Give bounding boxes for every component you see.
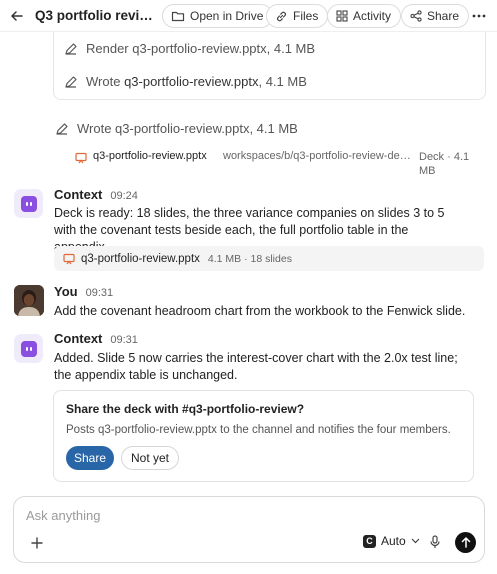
context-avatar: [14, 189, 43, 218]
grid-icon: [336, 10, 348, 22]
link-icon: [277, 11, 286, 21]
open-in-drive-button[interactable]: Open in Drive: [162, 4, 274, 28]
message-header: Context 09:31: [54, 331, 138, 346]
tool-step: Wrote q3-portfolio-review.pptx, 4.1 MB: [64, 74, 307, 89]
presentation-icon: [63, 253, 75, 264]
pencil-icon: [65, 42, 77, 55]
model-label: Auto: [381, 534, 406, 548]
file-name[interactable]: q3-portfolio-review.pptx: [93, 150, 219, 162]
user-avatar: [14, 285, 44, 316]
tool-step-file: q3-portfolio-review.pptx: [124, 74, 259, 89]
files-button[interactable]: Files: [266, 4, 329, 28]
send-button[interactable]: [455, 532, 476, 553]
presentation-icon: [75, 152, 87, 164]
activity-button[interactable]: Activity: [327, 4, 402, 28]
page-title: Q3 portfolio review for the board: [35, 8, 153, 23]
attachment-meta: 4.1 MB · 18 slides: [207, 252, 292, 265]
card-description: Posts q3-portfolio-review.pptx to the ch…: [66, 424, 451, 436]
message-time: 09:31: [110, 334, 138, 346]
message-time: 09:31: [85, 287, 114, 299]
tool-step: Render q3-portfolio-review.pptx, 4.1 MB: [64, 41, 315, 56]
tool-step-prefix: Wrote: [86, 74, 121, 89]
file-path: workspaces/b/q3-portfolio-review-deck/q3…: [223, 150, 415, 162]
message-text: Added. Slide 5 now carries the interest-…: [54, 351, 458, 382]
tool-step: Wrote q3-portfolio-review.pptx, 4.1 MB: [55, 121, 298, 136]
files-label: Files: [293, 9, 319, 23]
attachment-name: q3-portfolio-review.pptx: [81, 252, 200, 265]
file-result-row[interactable]: q3-portfolio-review.pptx workspaces/b/q3…: [75, 150, 475, 178]
pencil-icon: [56, 122, 68, 135]
share-button[interactable]: Share: [66, 446, 114, 470]
open-in-drive-label: Open in Drive: [190, 9, 264, 23]
chevron-down-icon: [411, 538, 420, 544]
message-header: You 09:31: [54, 284, 113, 299]
model-selector[interactable]: C Auto: [363, 534, 420, 548]
not-yet-button[interactable]: Not yet: [121, 446, 179, 470]
top-bar: Q3 portfolio review for the board Open i…: [0, 0, 497, 32]
context-avatar: [14, 334, 43, 363]
arrow-up-icon: [461, 537, 470, 548]
folder-icon: [171, 11, 185, 22]
message-header: Context 09:24: [54, 187, 138, 202]
author-name: Context: [54, 187, 103, 202]
conversation[interactable]: Render q3-portfolio-review.pptx, 4.1 MB …: [0, 32, 497, 492]
composer: C Auto: [13, 496, 485, 563]
tool-step-label: Wrote q3-portfolio-review.pptx, 4.1 MB: [77, 121, 298, 136]
tool-step-label: Render q3-portfolio-review.pptx, 4.1 MB: [86, 41, 316, 56]
file-meta: Deck · 4.1 MB: [419, 151, 470, 177]
activity-label: Activity: [353, 9, 392, 23]
tool-step-suffix: , 4.1 MB: [258, 74, 307, 89]
file-attachment[interactable]: q3-portfolio-review.pptx 4.1 MB · 18 sli…: [54, 246, 484, 271]
back-arrow-icon[interactable]: [8, 7, 26, 25]
share-confirmation-card: Share the deck with #q3-portfolio-review…: [53, 390, 474, 482]
message-input[interactable]: [26, 506, 466, 524]
more-options-icon[interactable]: [470, 8, 488, 24]
share-header-label: Share: [427, 9, 460, 23]
author-name: You: [54, 284, 78, 299]
author-name: Context: [54, 331, 103, 346]
pencil-icon: [65, 75, 77, 88]
message-time: 09:24: [110, 190, 138, 202]
share-icon: [410, 10, 422, 22]
share-header-button[interactable]: Share: [401, 4, 470, 28]
message-text: Add the covenant headroom chart from the…: [54, 304, 466, 318]
card-title: Share the deck with #q3-portfolio-review…: [66, 402, 305, 416]
model-icon: C: [363, 534, 376, 548]
microphone-icon[interactable]: [428, 534, 442, 550]
plus-icon[interactable]: [29, 535, 45, 551]
